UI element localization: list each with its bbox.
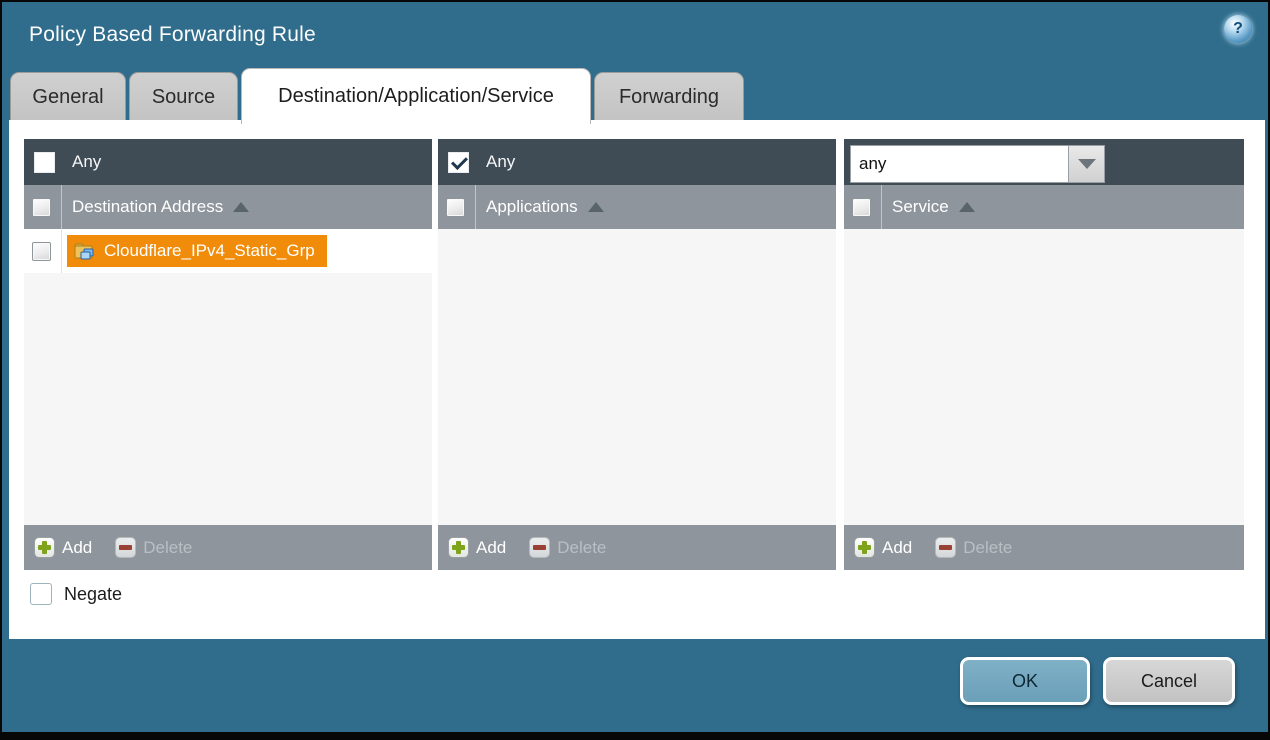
applications-add-button[interactable]: Add xyxy=(476,538,506,558)
destination-item-label: Cloudflare_IPv4_Static_Grp xyxy=(104,241,315,261)
service-header-label: Service xyxy=(892,197,949,217)
destination-header-label: Destination Address xyxy=(72,197,223,217)
applications-header-label: Applications xyxy=(486,197,578,217)
tab-general[interactable]: General xyxy=(10,72,126,122)
destination-delete-icon[interactable] xyxy=(115,537,136,558)
destination-any-label: Any xyxy=(72,152,101,172)
destination-toolbar: Add Delete xyxy=(24,525,432,570)
tab-content-panel: Any Destination Address xyxy=(9,120,1265,639)
cancel-button[interactable]: Cancel xyxy=(1103,657,1235,705)
help-icon[interactable]: ? xyxy=(1224,15,1252,43)
applications-any-bar: Any xyxy=(438,139,836,185)
service-select-all-checkbox[interactable] xyxy=(852,198,871,217)
applications-any-checkbox[interactable] xyxy=(448,152,469,173)
destination-list: Cloudflare_IPv4_Static_Grp xyxy=(24,229,432,525)
service-list xyxy=(844,229,1244,525)
service-dropdown xyxy=(850,145,1105,183)
destination-address-header[interactable]: Destination Address xyxy=(24,185,432,229)
negate-row: Negate xyxy=(30,583,122,605)
destination-add-icon[interactable] xyxy=(34,537,55,558)
ok-button[interactable]: OK xyxy=(960,657,1090,705)
applications-any-label: Any xyxy=(486,152,515,172)
sort-ascending-icon xyxy=(959,202,975,212)
service-dropdown-button[interactable] xyxy=(1069,145,1105,183)
service-add-icon[interactable] xyxy=(854,537,875,558)
pbf-rule-dialog: Policy Based Forwarding Rule ? General S… xyxy=(0,0,1270,740)
service-column: Service Add Delete xyxy=(844,139,1244,570)
sort-ascending-icon xyxy=(233,202,249,212)
destination-selected-item[interactable]: Cloudflare_IPv4_Static_Grp xyxy=(67,235,327,267)
destination-address-column: Any Destination Address xyxy=(24,139,432,570)
service-header[interactable]: Service xyxy=(844,185,1244,229)
applications-toolbar: Add Delete xyxy=(438,525,836,570)
service-add-button[interactable]: Add xyxy=(882,538,912,558)
destination-row-cloudflare[interactable]: Cloudflare_IPv4_Static_Grp xyxy=(24,229,432,273)
dialog-title: Policy Based Forwarding Rule xyxy=(2,23,316,47)
destination-any-checkbox[interactable] xyxy=(34,152,55,173)
service-delete-button[interactable]: Delete xyxy=(963,538,1012,558)
applications-delete-icon[interactable] xyxy=(529,537,550,558)
service-toolbar: Add Delete xyxy=(844,525,1244,570)
applications-add-icon[interactable] xyxy=(448,537,469,558)
applications-header[interactable]: Applications xyxy=(438,185,836,229)
service-any-bar xyxy=(844,139,1244,185)
applications-delete-button[interactable]: Delete xyxy=(557,538,606,558)
applications-list xyxy=(438,229,836,525)
tab-destination-application-service[interactable]: Destination/Application/Service xyxy=(241,68,591,124)
destination-delete-button[interactable]: Delete xyxy=(143,538,192,558)
tab-forwarding[interactable]: Forwarding xyxy=(594,72,744,122)
destination-row-checkbox[interactable] xyxy=(32,242,51,261)
destination-select-all-checkbox[interactable] xyxy=(32,198,51,217)
sort-ascending-icon xyxy=(588,202,604,212)
dialog-actions: OK Cancel xyxy=(960,657,1235,705)
negate-checkbox[interactable] xyxy=(30,583,52,605)
negate-label: Negate xyxy=(64,584,122,605)
destination-any-bar: Any xyxy=(24,139,432,185)
service-dropdown-input[interactable] xyxy=(850,145,1069,183)
destination-add-button[interactable]: Add xyxy=(62,538,92,558)
address-group-icon xyxy=(74,242,96,261)
dialog-title-bar: Policy Based Forwarding Rule ? xyxy=(2,2,1268,68)
tab-source[interactable]: Source xyxy=(129,72,238,122)
applications-select-all-checkbox[interactable] xyxy=(446,198,465,217)
applications-column: Any Applications Add Delete xyxy=(438,139,836,570)
chevron-down-icon xyxy=(1078,159,1096,169)
service-delete-icon[interactable] xyxy=(935,537,956,558)
